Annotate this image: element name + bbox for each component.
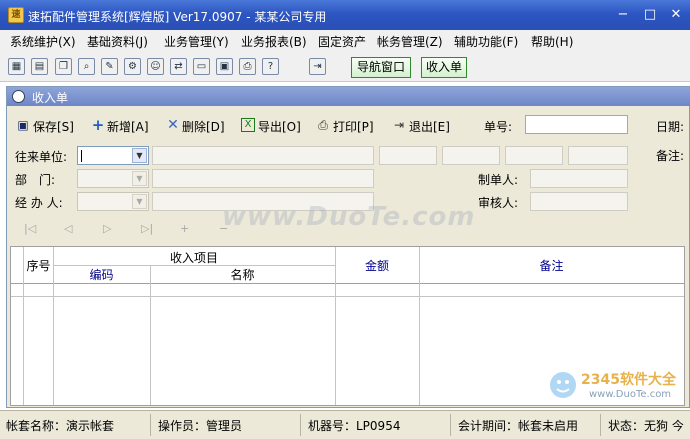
menu-system[interactable]: 系统维护(X)	[10, 33, 76, 50]
save-button[interactable]: 保存[S]	[33, 118, 74, 135]
status-period: 会计期间：帐套未启用	[458, 419, 579, 433]
title-bar: 速 速拓配件管理系统[辉煌版] Ver17.0907 - 某某公司专用 − □ …	[0, 0, 690, 30]
help-icon[interactable]: ?	[262, 58, 279, 75]
maximize-button[interactable]: □	[640, 5, 660, 25]
partner-info-field-3	[505, 146, 563, 165]
remark-label: 备注:	[656, 149, 685, 163]
chevron-down-icon[interactable]: ▼	[132, 148, 147, 163]
status-machine: 机器号：LP0954	[308, 419, 401, 433]
grid-icon[interactable]: ▦	[8, 58, 25, 75]
col-header-seq: 序号	[26, 259, 51, 273]
menu-auxiliary[interactable]: 辅助功能(F)	[454, 33, 518, 50]
minimize-button[interactable]: −	[613, 5, 633, 25]
maker-label: 制单人:	[478, 173, 519, 187]
window-title: 速拓配件管理系统[辉煌版] Ver17.0907 - 某某公司专用	[28, 10, 327, 24]
brand-url: www.DuoTe.com	[589, 389, 672, 400]
receipt-button[interactable]: 收入单	[421, 57, 467, 78]
partner-info-field-2	[442, 146, 500, 165]
dept-name-field	[152, 169, 374, 188]
exit-icon[interactable]: ⇥	[309, 58, 326, 75]
status-state: 状态：无狗 今	[608, 419, 684, 433]
brand-logo: 2345软件大全 www.DuoTe.com	[545, 365, 690, 409]
app-logo-icon: 速	[8, 7, 24, 23]
brand-name: 2345软件大全	[581, 372, 676, 388]
date-label: 日期:	[656, 120, 685, 134]
col-header-amount: 金额	[364, 259, 389, 273]
folder-icon[interactable]: ▭	[193, 58, 210, 75]
add-row-icon[interactable]: +	[180, 222, 189, 235]
nav-window-button[interactable]: 导航窗口	[351, 57, 411, 78]
dept-label: 部 门:	[15, 173, 56, 187]
menu-reports[interactable]: 业务报表(B)	[241, 33, 307, 50]
exit-icon: ⇥	[393, 118, 405, 132]
receipt-window-title: 收入单	[32, 91, 69, 105]
windows-icon[interactable]: ❐	[55, 58, 72, 75]
text-caret	[81, 150, 82, 162]
col-header-name: 名称	[230, 268, 255, 282]
tools-icon[interactable]: ⚙	[124, 58, 141, 75]
chevron-down-icon[interactable]: ▼	[132, 194, 147, 209]
handler-label: 经 办 人:	[15, 196, 63, 210]
menu-bar: 系统维护(X) 基础资料(J) 业务管理(Y) 业务报表(B) 固定资产 帐务管…	[0, 30, 690, 52]
users-icon[interactable]: ☺	[147, 58, 164, 75]
menu-help[interactable]: 帮助(H)	[531, 33, 573, 50]
partner-info-field-4	[568, 146, 628, 165]
col-header-income-item: 收入项目	[169, 251, 218, 265]
transfer-icon[interactable]: ⇄	[170, 58, 187, 75]
maker-field	[530, 169, 628, 188]
prev-record-icon[interactable]: ◁	[64, 222, 72, 235]
status-bar: 帐套名称：演示帐套 操作员：管理员 机器号：LP0954 会计期间：帐套未启用 …	[0, 410, 690, 439]
chevron-down-icon[interactable]: ▼	[132, 171, 147, 186]
col-header-code: 编码	[89, 268, 114, 282]
window-icon	[12, 90, 25, 103]
print-icon[interactable]: ⎙	[239, 58, 256, 75]
menu-basic-data[interactable]: 基础资料(J)	[87, 33, 148, 50]
edit-icon[interactable]: ✎	[101, 58, 118, 75]
col-header-remark: 备注	[539, 259, 564, 273]
plus-icon: +	[91, 116, 105, 134]
first-record-icon[interactable]: |◁	[24, 222, 36, 235]
close-button[interactable]: ✕	[666, 5, 686, 25]
bill-no-label: 单号:	[484, 120, 513, 134]
partner-name-field	[152, 146, 374, 165]
reviewer-label: 审核人:	[478, 196, 519, 210]
receipt-window-titlebar: 收入单	[7, 87, 690, 106]
status-operator: 操作员：管理员	[158, 419, 243, 433]
partner-select[interactable]: ▼	[77, 146, 149, 165]
export-button[interactable]: 导出[O]	[258, 118, 301, 135]
add-button[interactable]: 新增[A]	[107, 118, 149, 135]
handler-select[interactable]: ▼	[77, 192, 149, 211]
print-icon: ⎙	[318, 118, 328, 132]
save-icon: ▣	[17, 118, 29, 132]
dept-select[interactable]: ▼	[77, 169, 149, 188]
exit-button[interactable]: 退出[E]	[409, 118, 450, 135]
delete-button[interactable]: 删除[D]	[182, 118, 225, 135]
print-button[interactable]: 打印[P]	[333, 118, 374, 135]
menu-fixed-assets[interactable]: 固定资产	[318, 33, 366, 50]
toolbar: ▦ ▤ ❐ ⌕ ✎ ⚙ ☺ ⇄ ▭ ▣ ⎙ ? ⇥ 导航窗口 收入单	[0, 52, 690, 82]
remove-row-icon[interactable]: −	[219, 222, 228, 235]
card-icon[interactable]: ▤	[31, 58, 48, 75]
search-doc-icon[interactable]: ⌕	[78, 58, 95, 75]
excel-icon: X	[241, 118, 255, 132]
reviewer-field	[530, 192, 628, 211]
bill-no-field[interactable]	[525, 115, 628, 134]
partner-info-field-1	[379, 146, 437, 165]
save-icon[interactable]: ▣	[216, 58, 233, 75]
menu-accounts[interactable]: 帐务管理(Z)	[377, 33, 443, 50]
last-record-icon[interactable]: ▷|	[141, 222, 153, 235]
delete-icon: ✕	[167, 117, 179, 133]
watermark: www.DuoTe.com	[222, 202, 476, 232]
status-account-set: 帐套名称：演示帐套	[6, 419, 115, 433]
partner-label: 往来单位:	[15, 150, 68, 164]
menu-business[interactable]: 业务管理(Y)	[164, 33, 229, 50]
next-record-icon[interactable]: ▷	[103, 222, 111, 235]
